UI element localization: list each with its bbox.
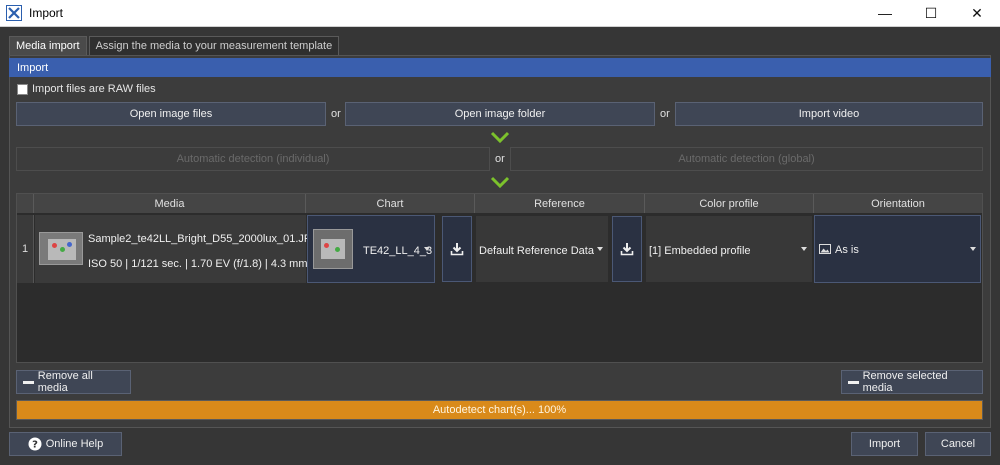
image-icon xyxy=(819,244,831,254)
download-chart-button[interactable] xyxy=(442,216,472,282)
media-file-name: Sample2_te42LL_Bright_D55_2000lux_01.JPG xyxy=(88,233,320,245)
chart-thumbnail xyxy=(313,229,353,269)
open-image-files-button[interactable]: Open image files xyxy=(16,102,326,126)
maximize-button[interactable]: ☐ xyxy=(908,0,954,27)
tab-media-import[interactable]: Media import xyxy=(9,36,87,55)
download-icon xyxy=(620,243,634,256)
media-thumbnail xyxy=(39,232,83,265)
reference-select[interactable]: Default Reference Data xyxy=(476,216,608,282)
or-label: or xyxy=(331,108,341,120)
or-label: or xyxy=(660,108,670,120)
chevron-down-icon xyxy=(424,247,430,251)
online-help-label: Online Help xyxy=(45,438,104,450)
minus-icon xyxy=(848,380,859,384)
header-reference[interactable]: Reference xyxy=(475,194,645,213)
svg-text:?: ? xyxy=(32,440,38,451)
import-button[interactable]: Import xyxy=(851,432,918,456)
orientation-value: As is xyxy=(835,244,859,256)
chevron-down-icon xyxy=(490,176,510,188)
header-media[interactable]: Media xyxy=(34,194,306,213)
automatic-detection-global-button[interactable]: Automatic detection (global) xyxy=(510,147,983,171)
download-reference-button[interactable] xyxy=(612,216,642,282)
remove-selected-media-label: Remove selected media xyxy=(862,370,948,394)
reference-value: Default Reference Data xyxy=(479,245,594,257)
download-icon xyxy=(450,243,464,256)
raw-files-label: Import files are RAW files xyxy=(32,83,156,95)
remove-all-media-label: Remove all media xyxy=(37,370,93,394)
minimize-button[interactable]: — xyxy=(862,0,908,27)
online-help-button[interactable]: ? Online Help xyxy=(9,432,122,456)
color-profile-select[interactable]: [1] Embedded profile xyxy=(646,216,812,282)
media-exif-info: ISO 50 | 1/121 sec. | 1.70 EV (f/1.8) | … xyxy=(88,258,308,270)
chevron-down-icon xyxy=(597,247,603,251)
or-label: or xyxy=(495,153,505,165)
chart-value: TE42_LL_4_3 xyxy=(363,245,433,257)
progress-text: Autodetect chart(s)... 100% xyxy=(432,404,567,416)
help-icon: ? xyxy=(28,437,42,451)
orientation-select[interactable]: As is xyxy=(814,215,981,283)
tab-bar: Media import Assign the media to your me… xyxy=(9,36,341,55)
open-image-folder-button[interactable]: Open image folder xyxy=(345,102,655,126)
chevron-down-icon xyxy=(490,131,510,143)
minus-icon xyxy=(23,380,34,384)
window-titlebar: Import — ☐ ✕ xyxy=(0,0,1000,27)
chevron-down-icon xyxy=(970,247,976,251)
raw-files-checkbox[interactable] xyxy=(17,83,28,95)
media-table: Media Chart Reference Color profile Orie… xyxy=(16,193,983,363)
table-header: Media Chart Reference Color profile Orie… xyxy=(17,194,982,213)
chevron-down-icon xyxy=(801,247,807,251)
autodetect-progress-bar: Autodetect chart(s)... 100% xyxy=(16,400,983,420)
table-row-media-cell[interactable] xyxy=(35,215,306,283)
app-logo-icon xyxy=(6,5,22,21)
header-index xyxy=(17,194,34,213)
section-header: Import xyxy=(9,58,991,77)
window-title: Import xyxy=(29,6,64,20)
color-profile-value: [1] Embedded profile xyxy=(649,245,751,257)
header-orientation[interactable]: Orientation xyxy=(814,194,982,213)
row-index: 1 xyxy=(17,215,34,283)
close-button[interactable]: ✕ xyxy=(954,0,1000,27)
cancel-button[interactable]: Cancel xyxy=(925,432,991,456)
header-chart[interactable]: Chart xyxy=(306,194,475,213)
raw-files-row: Import files are RAW files xyxy=(17,83,156,95)
import-video-button[interactable]: Import video xyxy=(675,102,983,126)
chart-select[interactable]: TE42_LL_4_3 xyxy=(307,215,435,283)
remove-all-media-button[interactable]: Remove all media xyxy=(16,370,131,394)
header-color-profile[interactable]: Color profile xyxy=(645,194,814,213)
automatic-detection-individual-button[interactable]: Automatic detection (individual) xyxy=(16,147,490,171)
tab-assign-media[interactable]: Assign the media to your measurement tem… xyxy=(88,36,340,55)
remove-selected-media-button[interactable]: Remove selected media xyxy=(841,370,983,394)
